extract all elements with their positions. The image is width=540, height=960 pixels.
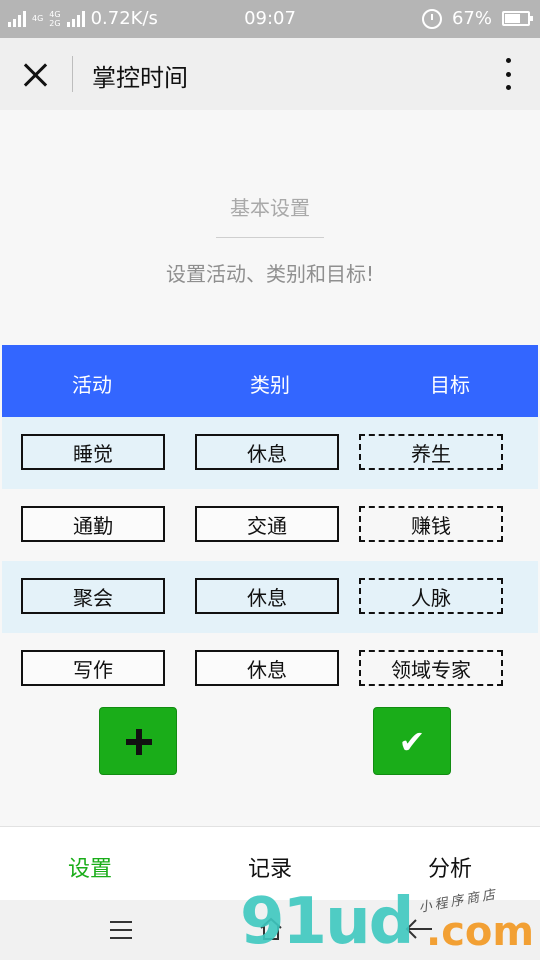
table-row: 写作 休息 领域专家 — [2, 633, 538, 705]
goal-input[interactable]: 人脉 — [359, 578, 503, 614]
confirm-button[interactable]: ✔ — [373, 707, 451, 775]
tab-bar: 设置 记录 分析 — [0, 826, 540, 900]
close-icon[interactable] — [20, 60, 50, 90]
alarm-icon — [421, 8, 442, 29]
table-header: 活动 类别 目标 — [2, 345, 538, 417]
section-subtitle: 设置活动、类别和目标! — [165, 262, 375, 286]
home-icon[interactable] — [258, 916, 284, 942]
more-options-icon[interactable] — [504, 58, 512, 90]
page-title: 掌控时间 — [92, 64, 188, 92]
menu-icon[interactable] — [110, 921, 132, 939]
goal-input[interactable]: 赚钱 — [359, 506, 503, 542]
column-header-category: 类别 — [250, 373, 290, 397]
column-header-goal: 目标 — [430, 373, 470, 397]
category-picker[interactable]: 休息 — [195, 650, 339, 686]
mini-program-nav-bar: 掌控时间 — [0, 38, 540, 110]
activity-input[interactable]: 通勤 — [21, 506, 165, 542]
activity-input[interactable]: 睡觉 — [21, 434, 165, 470]
battery-icon — [502, 11, 533, 26]
activity-input[interactable]: 写作 — [21, 650, 165, 686]
battery-fill — [505, 14, 520, 23]
status-bar: 4G 4G 2G 0.72K/s 09:07 67% — [0, 0, 540, 38]
section-divider — [216, 237, 324, 238]
table-row: 通勤 交通 赚钱 — [2, 489, 538, 561]
tab-records[interactable]: 记录 — [180, 851, 360, 883]
category-picker[interactable]: 交通 — [195, 506, 339, 542]
goal-input[interactable]: 养生 — [359, 434, 503, 470]
goal-input[interactable]: 领域专家 — [359, 650, 503, 686]
add-row-button[interactable] — [99, 707, 177, 775]
tab-settings[interactable]: 设置 — [0, 851, 180, 883]
back-arrow-icon[interactable] — [404, 916, 434, 942]
activity-input[interactable]: 聚会 — [21, 578, 165, 614]
category-picker[interactable]: 休息 — [195, 434, 339, 470]
table-row: 聚会 休息 人脉 — [2, 561, 538, 633]
status-right: 67% — [421, 8, 533, 29]
tab-analysis[interactable]: 分析 — [360, 851, 540, 883]
nav-divider — [72, 56, 73, 92]
column-header-activity: 活动 — [72, 373, 112, 397]
plus-icon — [126, 729, 152, 755]
category-picker[interactable]: 休息 — [195, 578, 339, 614]
table-row: 睡觉 休息 养生 — [2, 417, 538, 489]
check-icon: ✔ — [398, 723, 426, 761]
system-nav-bar — [0, 900, 540, 960]
section-title: 基本设置 — [230, 196, 310, 220]
battery-percent: 67% — [451, 8, 492, 29]
